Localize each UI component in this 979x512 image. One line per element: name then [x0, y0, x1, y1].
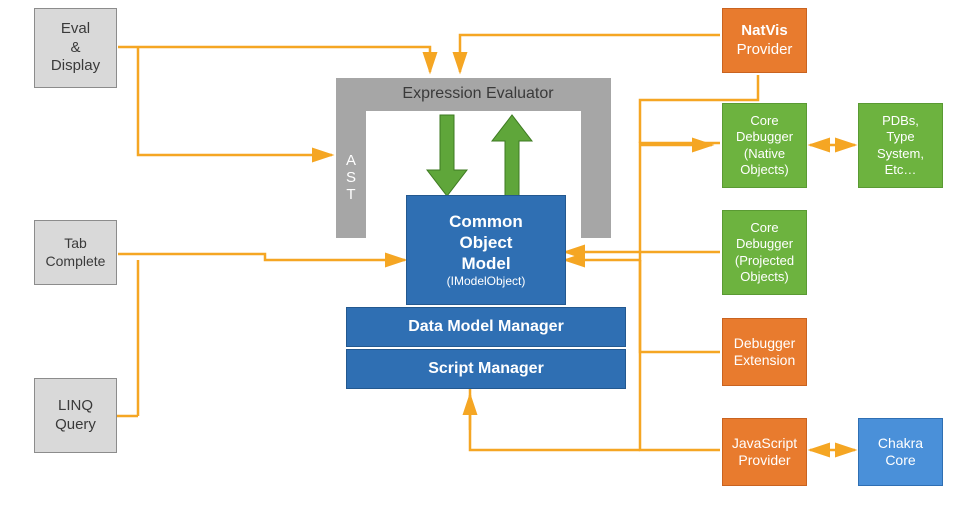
- natvis-title: NatVis: [741, 22, 787, 41]
- natvis-provider-box: NatVis Provider: [722, 8, 807, 73]
- ast-label: AST: [336, 118, 366, 236]
- common-object-model-sub: (IModelObject): [447, 274, 526, 289]
- common-object-model-title: Common Object Model: [449, 211, 523, 275]
- common-object-model-box: Common Object Model (IModelObject): [406, 195, 566, 305]
- javascript-provider-box: JavaScript Provider: [722, 418, 807, 486]
- tab-complete-box: Tab Complete: [34, 220, 117, 285]
- natvis-sub: Provider: [737, 41, 793, 60]
- chakra-core-box: Chakra Core: [858, 418, 943, 486]
- eval-display-box: Eval & Display: [34, 8, 117, 88]
- data-model-manager-box: Data Model Manager: [346, 307, 626, 347]
- debugger-extension-box: Debugger Extension: [722, 318, 807, 386]
- core-debugger-native-box: Core Debugger (Native Objects): [722, 103, 807, 188]
- pdbs-box: PDBs, Type System, Etc…: [858, 103, 943, 188]
- green-arrows: [427, 115, 532, 196]
- core-debugger-projected-box: Core Debugger (Projected Objects): [722, 210, 807, 295]
- script-manager-box: Script Manager: [346, 349, 626, 389]
- expression-evaluator-label: Expression Evaluator: [378, 85, 578, 103]
- linq-query-box: LINQ Query: [34, 378, 117, 453]
